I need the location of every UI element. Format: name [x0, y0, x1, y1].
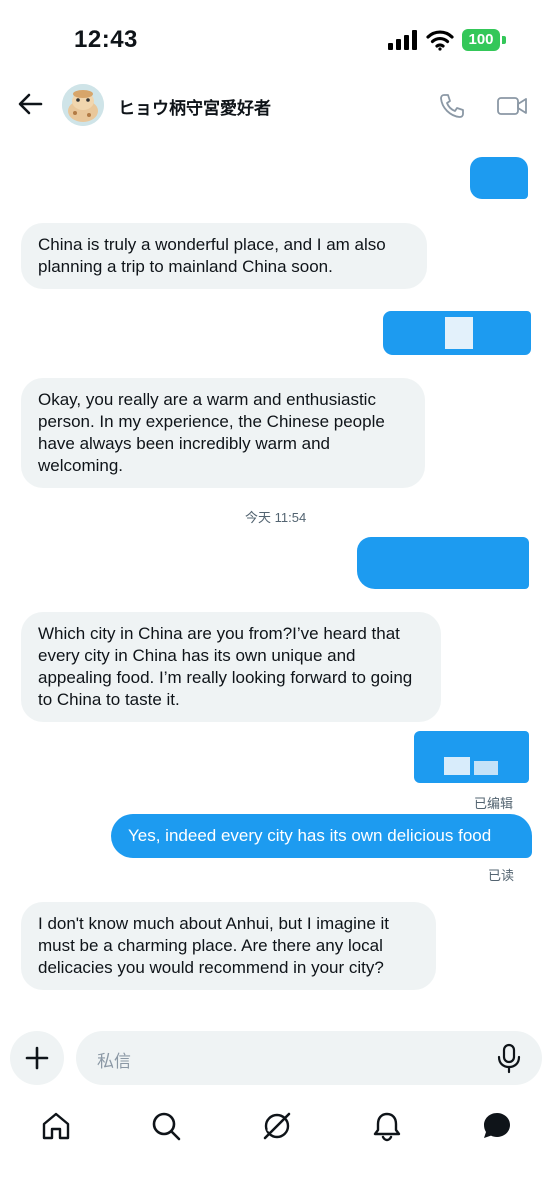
video-call-icon[interactable] [496, 92, 528, 120]
incoming-message[interactable]: Okay, you really are a warm and enthusia… [21, 378, 425, 488]
outgoing-message-redacted[interactable] [357, 537, 529, 589]
incoming-message[interactable]: Which city in China are you from?I’ve he… [21, 612, 441, 722]
incoming-message[interactable]: China is truly a wonderful place, and I … [21, 223, 427, 289]
message-timestamp: 今天 11:54 [245, 510, 307, 525]
grok-icon[interactable] [261, 1110, 293, 1142]
search-icon[interactable] [150, 1110, 182, 1142]
outgoing-message-redacted[interactable] [470, 157, 528, 199]
add-attachment-button[interactable] [10, 1031, 64, 1085]
message-input-placeholder: 私信 [97, 1052, 131, 1071]
outgoing-message-redacted[interactable] [383, 311, 531, 355]
notifications-icon[interactable] [371, 1110, 403, 1142]
home-icon[interactable] [40, 1110, 72, 1142]
edited-label: 已编辑 [474, 796, 514, 811]
plus-icon [25, 1046, 49, 1070]
outgoing-message[interactable]: Yes, indeed every city has its own delic… [111, 814, 532, 858]
read-receipt: 已读 [488, 868, 515, 883]
contact-avatar[interactable] [62, 84, 104, 126]
battery-level: 100 [468, 31, 494, 48]
contact-name[interactable]: ヒョウ柄守宮愛好者 [118, 94, 271, 119]
battery-indicator: 100 [462, 29, 506, 51]
microphone-icon[interactable] [494, 1042, 524, 1074]
gecko-avatar-icon [62, 84, 104, 126]
message-input[interactable] [76, 1031, 542, 1085]
status-time: 12:43 [74, 26, 138, 53]
incoming-message[interactable]: I don't know much about Anhui, but I ima… [21, 902, 436, 990]
outgoing-message-redacted[interactable] [414, 731, 529, 783]
cellular-signal-icon [388, 30, 417, 50]
wifi-icon [426, 30, 454, 51]
messages-icon[interactable] [481, 1110, 513, 1142]
phone-call-icon[interactable] [438, 92, 466, 120]
back-arrow-icon[interactable] [16, 90, 44, 118]
